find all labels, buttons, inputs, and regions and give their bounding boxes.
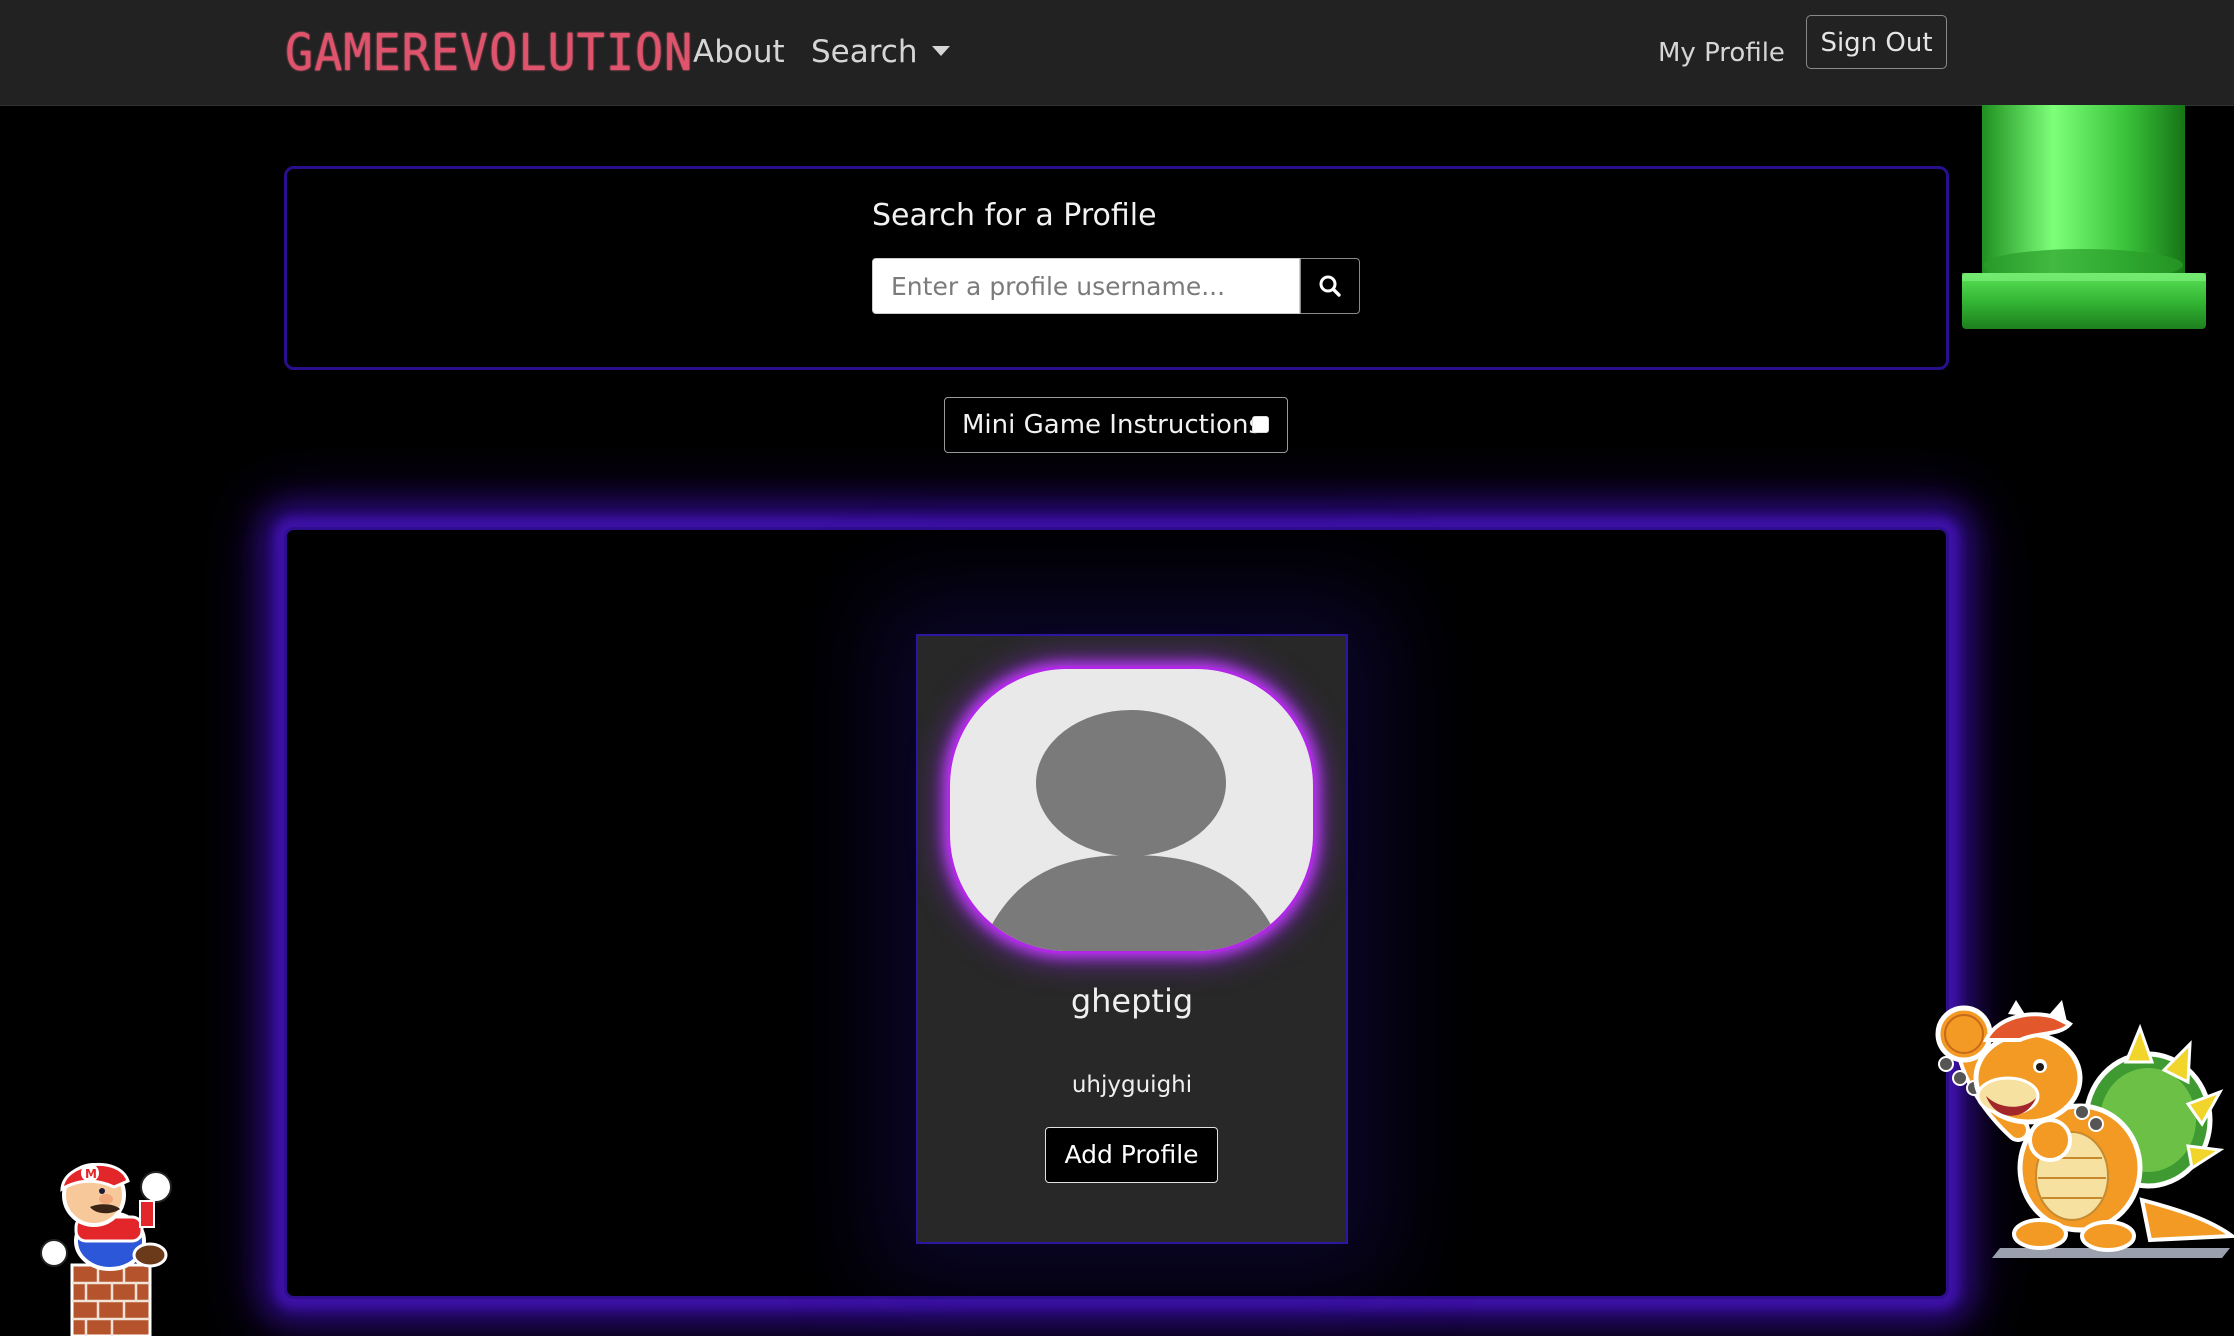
profile-username: gheptig: [1070, 982, 1194, 1020]
sign-out-button[interactable]: Sign Out: [1806, 15, 1947, 69]
add-profile-button[interactable]: Add Profile: [1045, 1127, 1218, 1183]
mini-game-checkbox[interactable]: [1252, 416, 1269, 433]
my-profile-link[interactable]: My Profile: [1658, 34, 1785, 72]
svg-text:M: M: [85, 1167, 97, 1181]
mario-on-brick-pillar-icon: M: [40, 1162, 172, 1336]
search-input[interactable]: [872, 258, 1300, 314]
navbar: GAMEREVOLUTION About Search My Profile S…: [0, 0, 2234, 106]
search-title: Search for a Profile: [872, 198, 1157, 233]
default-user-avatar-icon: [980, 710, 1283, 951]
profile-avatar: [947, 666, 1316, 954]
nav-about-link[interactable]: About: [693, 30, 785, 74]
nav-search-label: Search: [811, 34, 918, 70]
bowser-icon: [1935, 1000, 2234, 1258]
mini-game-label: Mini Game Instructions: [962, 410, 1262, 440]
caret-down-icon: [931, 45, 950, 56]
green-warp-pipe-icon: [1962, 105, 2206, 329]
profile-subtitle: uhjyguighi: [1071, 1072, 1193, 1098]
mini-game-instructions-toggle[interactable]: Mini Game Instructions: [944, 397, 1288, 453]
search-icon: [1319, 275, 1341, 297]
search-button[interactable]: [1300, 258, 1360, 314]
nav-search-dropdown[interactable]: Search: [811, 30, 950, 74]
brand-logo[interactable]: GAMEREVOLUTION: [285, 26, 693, 82]
